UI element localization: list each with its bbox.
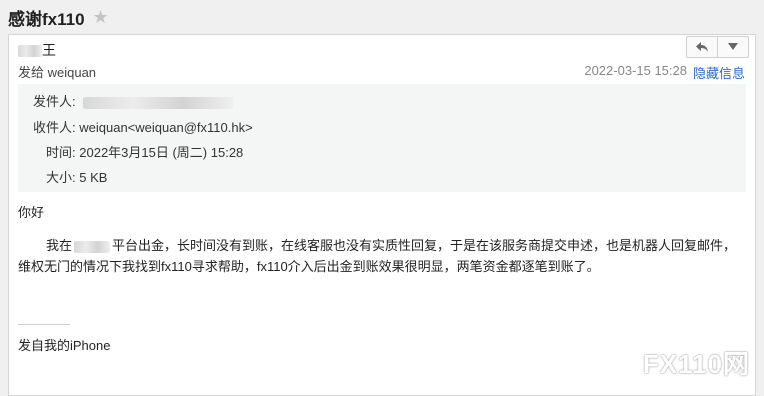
redacted-sender <box>18 45 42 58</box>
star-icon[interactable]: ★ <box>93 8 109 26</box>
send-to-line: 发给 weiquan <box>18 65 97 80</box>
chevron-down-icon <box>728 43 738 50</box>
paragraph-rest: 平台出金，长时间没有到账，在线客服也没有实质性回复，于是在该服务商提交申述，也是… <box>18 238 737 274</box>
time-value: 2022年3月15日 (周二) 15:28 <box>79 145 244 160</box>
hide-info-link[interactable]: 隐藏信息 <box>693 63 745 82</box>
size-value: 5 KB <box>79 170 108 185</box>
body-paragraph: 我在 平台出金，长时间没有到账，在线客服也没有实质性回复，于是在该服务商提交申述，… <box>18 235 738 277</box>
to-value: weiquan<weiquan@fx110.hk> <box>79 120 253 135</box>
greeting: 你好 <box>18 205 45 220</box>
to-label: 收件人: <box>33 120 76 135</box>
size-label: 大小: <box>46 170 76 185</box>
email-card: 王 发给 weiquan 2022-03-15 15:28 隐藏信息 发件人: … <box>8 34 756 396</box>
redacted-platform-name <box>74 240 111 253</box>
message-toolbar <box>686 36 749 58</box>
subject-bar: 感谢fx110 ★ <box>0 0 764 34</box>
paragraph-start: 我在 <box>46 238 73 253</box>
time-row: 时间: 2022年3月15日 (周二) 15:28 <box>46 142 243 161</box>
to-row: 收件人: weiquan<weiquan@fx110.hk> <box>33 117 253 136</box>
email-body: 你好 我在 平台出金，长时间没有到账，在线客服也没有实质性回复，于是在该服务商提交… <box>18 202 738 277</box>
sender-name-fragment: 王 <box>42 42 56 58</box>
message-details-panel: 发件人: 收件人: weiquan<weiquan@fx110.hk> 时间: … <box>18 84 746 192</box>
watermark-logo: FX110网 <box>642 349 750 379</box>
more-actions-button[interactable] <box>717 37 748 57</box>
from-label: 发件人: <box>33 94 76 109</box>
reply-icon <box>696 42 708 52</box>
reply-button[interactable] <box>687 37 717 57</box>
sender-name: 王 <box>18 40 56 60</box>
from-row: 发件人: <box>33 91 234 110</box>
signature-divider <box>18 324 70 325</box>
signature: 发自我的iPhone <box>18 338 111 353</box>
size-row: 大小: 5 KB <box>46 167 107 186</box>
redacted-from-address <box>83 96 234 109</box>
time-label: 时间: <box>46 145 76 160</box>
sent-datetime: 2022-03-15 15:28 <box>584 63 687 78</box>
email-subject: 感谢fx110 <box>8 9 85 29</box>
